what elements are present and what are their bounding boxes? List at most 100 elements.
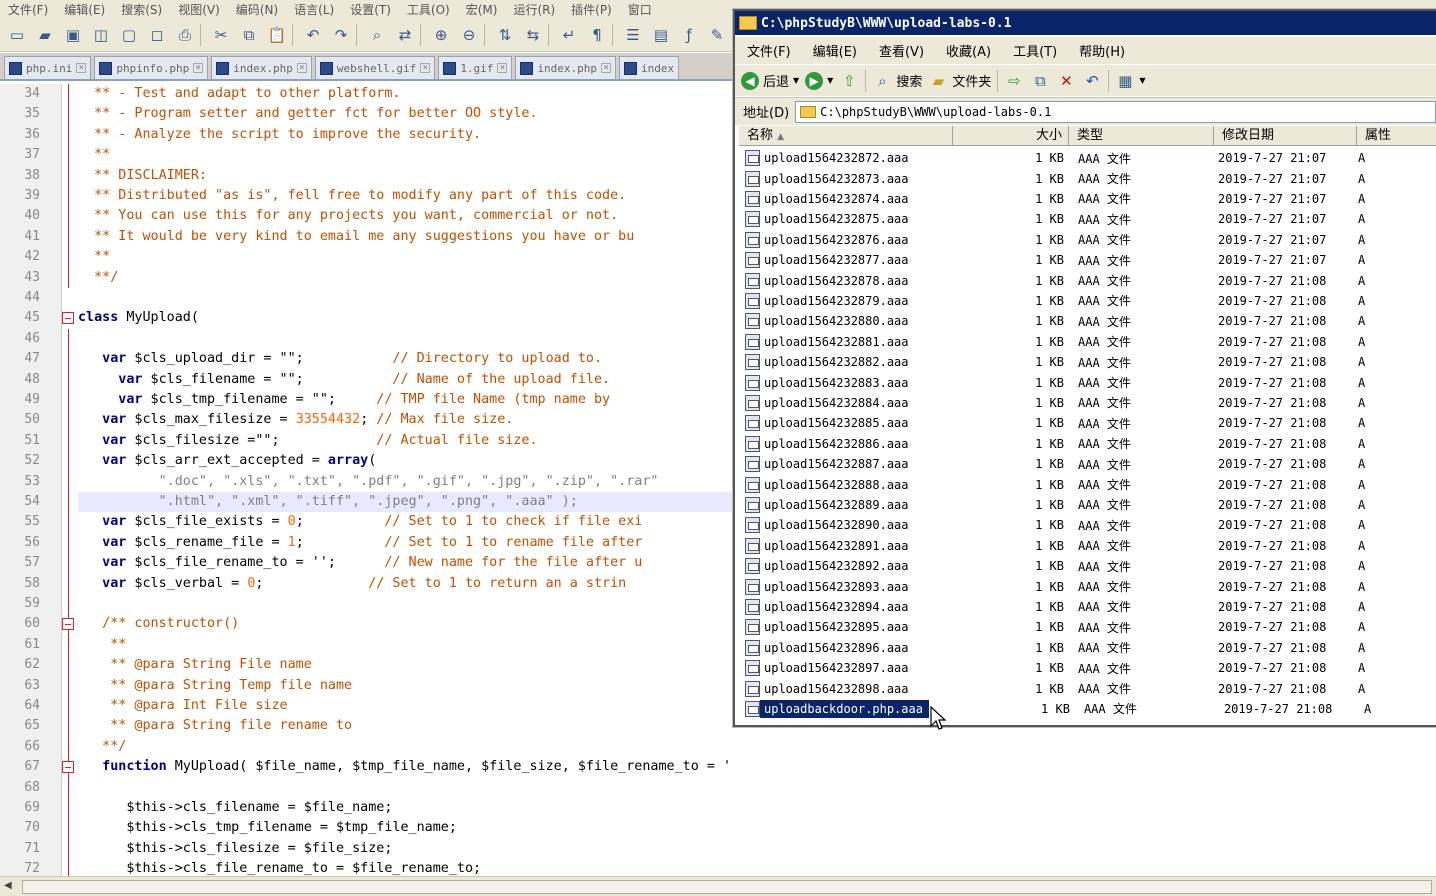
folders-button[interactable]: ▰ 文件夹 <box>928 71 992 91</box>
editor-menu-item[interactable]: 搜索(S) <box>113 1 170 18</box>
explorer-menu-item[interactable]: 收藏(A) <box>934 41 1001 60</box>
horizontal-scrollbar[interactable]: ◀ <box>0 876 1436 896</box>
file-row[interactable]: upload1564232884.aaa 1 KB AAA 文件 2019-7-27 … <box>739 393 1436 413</box>
zoom-in-icon[interactable]: ⊕ <box>428 22 454 48</box>
file-row[interactable]: upload1564232883.aaa 1 KB AAA 文件 2019-7-27 … <box>739 372 1436 392</box>
doc-map-icon[interactable]: ▤ <box>648 22 674 48</box>
file-row[interactable]: upload1564232872.aaa 1 KB AAA 文件 2019-7-27 … <box>739 148 1436 168</box>
scroll-left-icon[interactable]: ◀ <box>4 880 18 894</box>
sync-horizontal-icon[interactable]: ⇆ <box>520 22 546 48</box>
file-row[interactable]: upload1564232885.aaa 1 KB AAA 文件 2019-7-27 … <box>739 413 1436 433</box>
copy-icon[interactable]: ⧉ <box>236 22 262 48</box>
sync-vertical-icon[interactable]: ⇅ <box>492 22 518 48</box>
replace-icon[interactable]: ⇄ <box>392 22 418 48</box>
file-row[interactable]: upload1564232892.aaa 1 KB AAA 文件 2019-7-27 … <box>739 556 1436 576</box>
file-row[interactable]: upload1564232880.aaa 1 KB AAA 文件 2019-7-27 … <box>739 311 1436 331</box>
fold-toggle-icon[interactable] <box>62 761 74 774</box>
close-tab-icon[interactable]: × <box>193 63 204 73</box>
column-header-name[interactable]: 名称 ▲ <box>739 126 953 146</box>
zoom-out-icon[interactable]: ⊖ <box>456 22 482 48</box>
file-row[interactable]: upload1564232893.aaa 1 KB AAA 文件 2019-7-27 … <box>739 576 1436 596</box>
file-row[interactable]: upload1564232890.aaa 1 KB AAA 文件 2019-7-27 … <box>739 515 1436 535</box>
file-row[interactable]: upload1564232889.aaa 1 KB AAA 文件 2019-7-27 … <box>739 495 1436 515</box>
explorer-title-bar[interactable]: C:\phpStudyB\WWW\upload-labs-0.1 <box>735 11 1436 35</box>
print-icon[interactable]: ⎙ <box>172 22 198 48</box>
editor-tab[interactable]: php.ini × <box>4 56 92 79</box>
file-row[interactable]: upload1564232876.aaa 1 KB AAA 文件 2019-7-27 … <box>739 230 1436 250</box>
file-row[interactable]: upload1564232898.aaa 1 KB AAA 文件 2019-7-27 … <box>739 678 1436 698</box>
file-row[interactable]: upload1564232887.aaa 1 KB AAA 文件 2019-7-27 … <box>739 454 1436 474</box>
editor-menu-item[interactable]: 语言(L) <box>286 1 342 18</box>
column-header-type[interactable]: 类型 <box>1069 126 1214 146</box>
file-row[interactable]: upload1564232896.aaa 1 KB AAA 文件 2019-7-27 … <box>739 638 1436 658</box>
editor-tab[interactable]: 1.gif × <box>438 56 513 79</box>
editor-tab[interactable]: phpinfo.php × <box>94 56 209 79</box>
copy-to-icon[interactable]: ⧉ <box>1030 71 1050 91</box>
delete-icon[interactable]: ✕ <box>1056 71 1076 91</box>
save-all-icon[interactable]: ◫ <box>88 22 114 48</box>
search-button[interactable]: ⌕ 搜索 <box>872 71 922 91</box>
editor-menu-item[interactable]: 文件(F) <box>0 1 56 18</box>
close-tab-icon[interactable]: × <box>76 63 87 73</box>
scrollbar-thumb[interactable] <box>22 880 1432 894</box>
fold-toggle-icon[interactable] <box>62 312 74 325</box>
file-row[interactable]: upload1564232875.aaa 1 KB AAA 文件 2019-7-27 … <box>739 209 1436 229</box>
editor-tab[interactable]: webshell.gif × <box>314 56 436 79</box>
undo-icon[interactable]: ↶ <box>300 22 326 48</box>
explorer-menu-item[interactable]: 帮助(H) <box>1067 41 1135 60</box>
file-row[interactable]: upload1564232897.aaa 1 KB AAA 文件 2019-7-27 … <box>739 658 1436 678</box>
file-row[interactable]: upload1564232874.aaa 1 KB AAA 文件 2019-7-27 … <box>739 189 1436 209</box>
file-row[interactable]: upload1564232879.aaa 1 KB AAA 文件 2019-7-27 … <box>739 291 1436 311</box>
editor-tab[interactable]: index.php × <box>515 56 617 79</box>
find-icon[interactable]: ⌕ <box>364 22 390 48</box>
editor-menu-item[interactable]: 编辑(E) <box>56 1 113 18</box>
new-file-icon[interactable]: ▭ <box>4 22 30 48</box>
explorer-menu-item[interactable]: 查看(V) <box>867 41 934 60</box>
macro-record-icon[interactable]: ✎ <box>704 22 730 48</box>
cut-icon[interactable]: ✂ <box>208 22 234 48</box>
forward-button[interactable]: ▶ ▼ <box>805 71 833 90</box>
explorer-menu-item[interactable]: 编辑(E) <box>801 41 867 60</box>
editor-menu-item[interactable]: 运行(R) <box>505 1 563 18</box>
undo-icon[interactable]: ↶ <box>1082 71 1102 91</box>
file-row[interactable]: upload1564232882.aaa 1 KB AAA 文件 2019-7-27 … <box>739 352 1436 372</box>
close-icon[interactable]: ▢ <box>116 22 142 48</box>
close-tab-icon[interactable]: × <box>497 63 508 73</box>
back-button[interactable]: ◀ 后退 ▼ <box>741 71 799 90</box>
file-row[interactable]: upload1564232888.aaa 1 KB AAA 文件 2019-7-27 … <box>739 474 1436 494</box>
file-row[interactable]: upload1564232891.aaa 1 KB AAA 文件 2019-7-27 … <box>739 536 1436 556</box>
word-wrap-icon[interactable]: ↵ <box>556 22 582 48</box>
column-header-attributes[interactable]: 属性 <box>1357 126 1436 146</box>
editor-menu-item[interactable]: 宏(M) <box>458 1 506 18</box>
editor-tab[interactable]: index <box>619 56 680 79</box>
editor-menu-item[interactable]: 视图(V) <box>170 1 228 18</box>
save-icon[interactable]: ▣ <box>60 22 86 48</box>
editor-menu-item[interactable]: 插件(P) <box>563 1 620 18</box>
file-row[interactable]: upload1564232873.aaa 1 KB AAA 文件 2019-7-27 … <box>739 168 1436 188</box>
file-row[interactable]: upload1564232886.aaa 1 KB AAA 文件 2019-7-27 … <box>739 434 1436 454</box>
show-all-chars-icon[interactable]: ¶ <box>584 22 610 48</box>
open-folder-icon[interactable]: ▰ <box>32 22 58 48</box>
close-tab-icon[interactable]: × <box>420 63 431 73</box>
editor-menu-item[interactable]: 编码(N) <box>228 1 286 18</box>
redo-icon[interactable]: ↷ <box>328 22 354 48</box>
dropdown-arrow-icon[interactable]: ▼ <box>827 76 833 85</box>
editor-tab[interactable]: index.php × <box>211 56 312 79</box>
editor-menu-item[interactable]: 工具(O) <box>399 1 458 18</box>
code-text-area[interactable]: ** - Test and adapt to other platform. *… <box>78 84 733 876</box>
close-tab-icon[interactable]: × <box>296 63 307 73</box>
function-list-icon[interactable]: ƒ <box>676 22 702 48</box>
file-row[interactable]: upload1564232878.aaa 1 KB AAA 文件 2019-7-27 … <box>739 270 1436 290</box>
dropdown-arrow-icon[interactable]: ▼ <box>1139 76 1145 85</box>
column-header-modified[interactable]: 修改日期 <box>1214 126 1357 146</box>
column-header-size[interactable]: 大小 <box>953 126 1069 146</box>
file-row[interactable]: upload1564232895.aaa 1 KB AAA 文件 2019-7-27 … <box>739 617 1436 637</box>
explorer-menu-item[interactable]: 工具(T) <box>1001 41 1067 60</box>
file-row-selected[interactable]: uploadbackdoor.php.aaa 1 KB AAA 文件 2019-7-2… <box>739 698 1436 719</box>
file-row[interactable]: upload1564232877.aaa 1 KB AAA 文件 2019-7-27 … <box>739 250 1436 270</box>
file-row[interactable]: upload1564232881.aaa 1 KB AAA 文件 2019-7-27 … <box>739 332 1436 352</box>
editor-menu-item[interactable]: 窗口 <box>620 1 660 18</box>
move-to-icon[interactable]: ⇨ <box>1004 71 1024 91</box>
up-folder-icon[interactable]: ⇧ <box>839 71 859 91</box>
paste-icon[interactable]: 📋 <box>264 22 290 48</box>
